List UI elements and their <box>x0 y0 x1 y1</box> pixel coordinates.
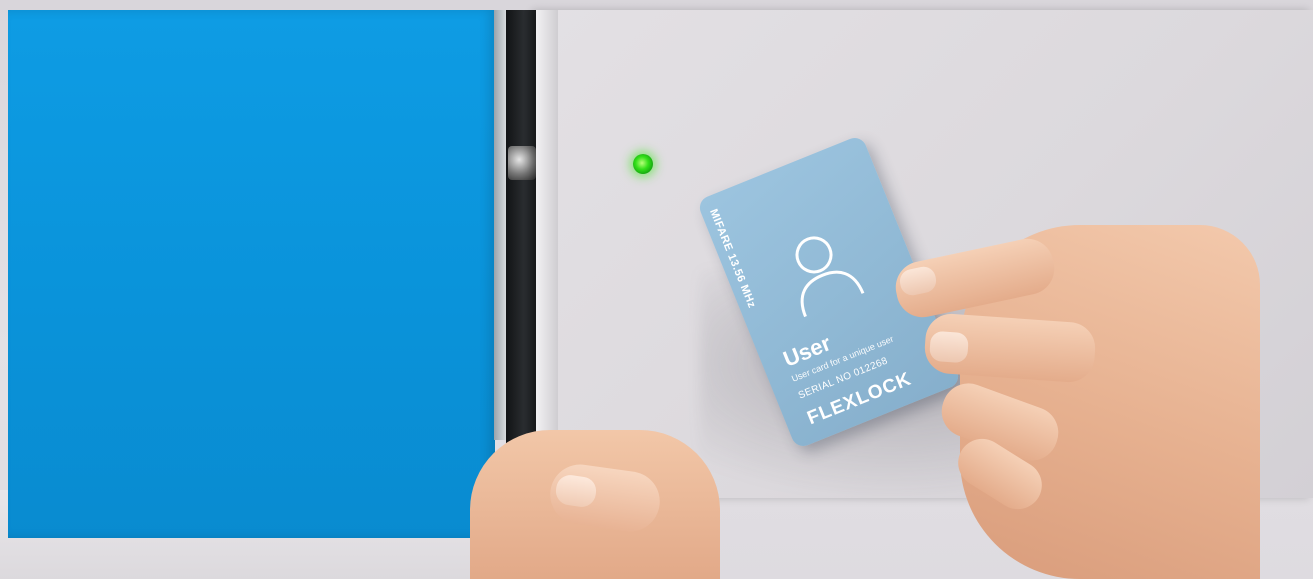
latch-bolt <box>508 146 536 180</box>
status-led-icon <box>633 154 653 174</box>
user-icon <box>795 236 865 318</box>
right-index-nail <box>928 330 970 364</box>
blue-door-edge <box>494 10 506 440</box>
photo-scene: MIFARE 13.56 MHz User User card for a un… <box>0 0 1313 579</box>
door-gap <box>506 10 536 490</box>
white-door-edge <box>536 10 558 498</box>
blue-locker-door <box>8 10 495 538</box>
